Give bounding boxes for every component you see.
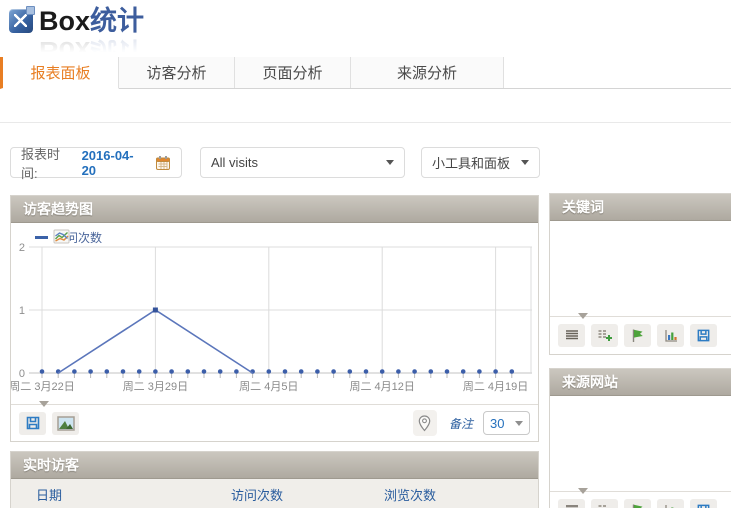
export-button[interactable] [19, 412, 46, 435]
chart-legend: 访问次数 [35, 229, 102, 246]
report-date-value: 2016-04-20 [82, 148, 148, 178]
pin-icon [417, 415, 432, 432]
annotations-button[interactable] [413, 410, 437, 436]
referrer-websites-body [550, 396, 731, 491]
keywords-widget: 关键词 [549, 193, 731, 355]
svg-text:周二 4月19日: 周二 4月19日 [463, 380, 528, 393]
tab-visitor-analysis[interactable]: 访客分析 [119, 57, 235, 88]
svg-text:1: 1 [19, 305, 25, 317]
save-icon [696, 328, 711, 343]
collapse-handle-icon[interactable] [578, 488, 588, 494]
visitor-trend-widget-footer: 备注 30 [11, 404, 538, 441]
svg-text:周二 3月29日: 周二 3月29日 [123, 380, 188, 393]
svg-text:2: 2 [19, 242, 25, 254]
chevron-down-icon [515, 421, 523, 426]
annotations-label[interactable]: 备注 [449, 415, 473, 432]
table-view-button[interactable] [558, 324, 585, 347]
rows-select[interactable]: 30 [483, 411, 530, 435]
calendar-icon [155, 155, 171, 171]
tab-page-analysis[interactable]: 页面分析 [235, 57, 351, 88]
chevron-down-icon [386, 160, 394, 165]
app-logo: Box统计 [9, 6, 144, 36]
svg-text:0: 0 [19, 368, 25, 380]
chart-type-icon[interactable] [53, 229, 70, 244]
goals-button[interactable] [624, 499, 651, 508]
export-button[interactable] [690, 499, 717, 508]
bar-chart-icon [663, 503, 679, 508]
table-view-button[interactable] [558, 499, 585, 508]
chart-footer-right: 备注 30 [413, 410, 530, 436]
export-button[interactable] [690, 324, 717, 347]
list-icon [564, 503, 580, 508]
keywords-widget-header[interactable]: 关键词 [550, 194, 731, 221]
brand-en: Box [39, 6, 90, 36]
column-header-visits[interactable]: 访问次数 [231, 485, 384, 504]
legend-line-swatch [35, 236, 48, 239]
tab-label: 页面分析 [262, 62, 322, 83]
svg-text:周二 3月22日: 周二 3月22日 [11, 380, 75, 393]
svg-text:周二 4月12日: 周二 4月12日 [349, 380, 414, 393]
column-header-pageviews[interactable]: 浏览次数 [384, 485, 436, 504]
tab-report-dashboard[interactable]: 报表面板 [0, 57, 119, 89]
export-image-button[interactable] [52, 412, 79, 435]
visitor-trend-chart[interactable]: 0 1 2 周二 3月22日 周二 3月29日 周二 4月5日 周二 4月12日 周二 4月1… [11, 223, 538, 404]
table-more-columns-button[interactable] [591, 324, 618, 347]
visitor-trend-widget-header[interactable]: 访客趋势图 [11, 196, 538, 223]
dashboard-right-column: 关键词 [549, 193, 731, 508]
bar-chart-view-button[interactable] [657, 499, 684, 508]
bar-chart-icon [663, 328, 679, 343]
collapse-handle-icon[interactable] [578, 313, 588, 319]
visitor-trend-chart-body: 访问次数 0 1 2 周二 3月22日 周二 3月29日 周二 4月5日 周二 4月12日 周… [11, 223, 538, 404]
bar-chart-view-button[interactable] [657, 324, 684, 347]
table-plus-icon [597, 328, 613, 343]
toolbar: 报表时间: 2016-04-20 All visits 小工具和面板 [10, 147, 540, 178]
tab-label: 报表面板 [30, 62, 90, 83]
widgets-and-dashboard-button[interactable]: 小工具和面板 [421, 147, 540, 178]
rows-select-value: 30 [490, 416, 504, 431]
keywords-widget-body [550, 221, 731, 316]
brand-zh: 统计 [90, 6, 144, 36]
save-icon [25, 415, 41, 431]
flag-icon [630, 503, 645, 508]
realtime-table-header-row: 日期 访问次数 浏览次数 [11, 479, 538, 508]
table-plus-icon [597, 503, 613, 508]
chevron-down-icon [521, 160, 529, 165]
widgets-button-label: 小工具和面板 [432, 153, 510, 172]
referrer-websites-header[interactable]: 来源网站 [550, 369, 731, 396]
tab-referrer-analysis[interactable]: 来源分析 [351, 57, 504, 88]
tab-label: 来源分析 [397, 62, 457, 83]
table-more-columns-button[interactable] [591, 499, 618, 508]
visitor-trend-widget: 访客趋势图 访问次数 0 1 2 周二 3月22日 周二 3月29日 周二 4月5日 周二 … [10, 195, 539, 442]
report-date-button[interactable]: 报表时间: 2016-04-20 [10, 147, 182, 178]
save-icon [696, 503, 711, 508]
realtime-visitors-widget: 实时访客 日期 访问次数 浏览次数 [10, 451, 539, 508]
main-nav-tabs: 报表面板 访客分析 页面分析 来源分析 [0, 57, 731, 89]
referrer-websites-footer [550, 491, 731, 508]
segment-selector-value: All visits [211, 155, 258, 170]
referrer-websites-widget: 来源网站 [549, 368, 731, 508]
tab-label: 访客分析 [146, 62, 206, 83]
svg-text:周二 4月5日: 周二 4月5日 [239, 380, 298, 393]
image-icon [57, 416, 75, 431]
header-divider [0, 122, 731, 123]
flag-icon [630, 328, 645, 343]
collapse-handle-icon[interactable] [39, 401, 49, 407]
goals-button[interactable] [624, 324, 651, 347]
box-logo-icon [9, 9, 33, 33]
app-root: Box统计 Box统计 报表面板 访客分析 页面分析 来源分析 报表时间: 20… [0, 0, 731, 508]
realtime-visitors-header[interactable]: 实时访客 [11, 452, 538, 479]
list-icon [564, 328, 580, 342]
dashboard-left-column: 访客趋势图 访问次数 0 1 2 周二 3月22日 周二 3月29日 周二 4月5日 周二 … [10, 195, 539, 508]
segment-selector[interactable]: All visits [200, 147, 405, 178]
keywords-widget-footer [550, 316, 731, 353]
report-date-label: 报表时间: [21, 144, 77, 182]
column-header-date[interactable]: 日期 [36, 485, 231, 504]
app-title: Box统计 [39, 6, 144, 36]
